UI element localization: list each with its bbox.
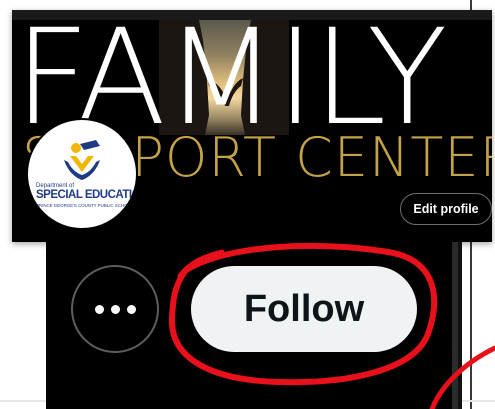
secondary-annotation-arc bbox=[429, 345, 495, 409]
annotation-overlay bbox=[168, 243, 495, 409]
follow-highlight-ellipse bbox=[168, 243, 438, 386]
